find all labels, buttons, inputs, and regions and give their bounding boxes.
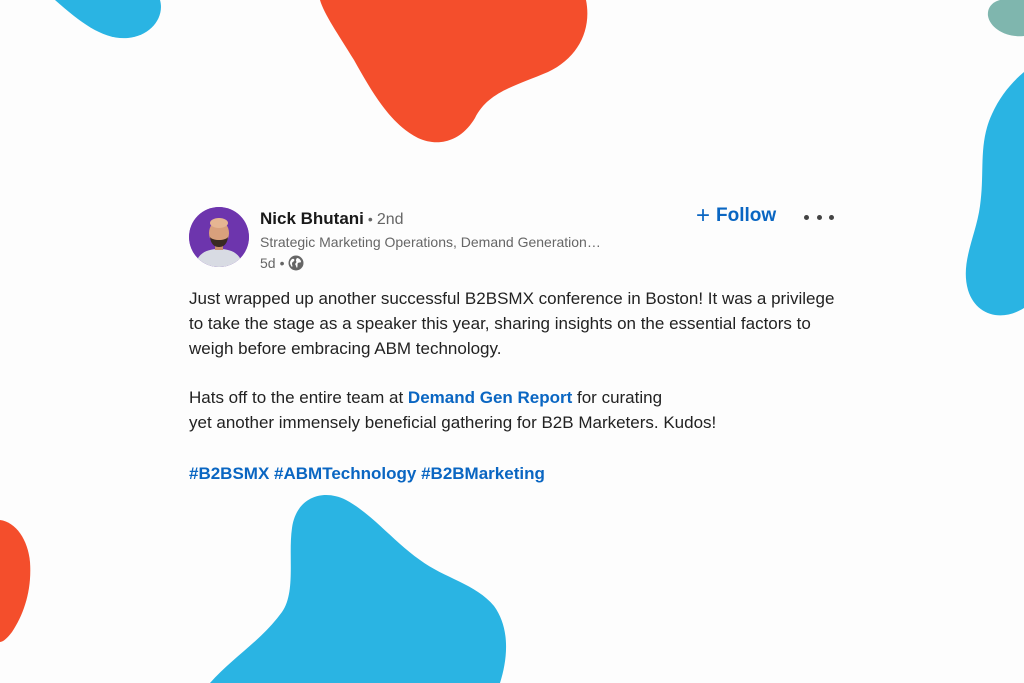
blob-top-center xyxy=(320,0,588,143)
paragraph-2-line-2: yet another immensely beneficial gatheri… xyxy=(189,413,717,432)
author-headline: Strategic Marketing Operations, Demand G… xyxy=(260,234,601,250)
separator-dot: • xyxy=(367,211,373,227)
follow-label: Follow xyxy=(716,205,777,226)
blob-right xyxy=(965,72,1024,316)
hashtag-list: #B2BSMX #ABMTechnology #B2BMarketing xyxy=(189,461,839,486)
hashtag-link[interactable]: #ABMTechnology xyxy=(274,464,416,483)
plus-icon: + xyxy=(696,202,711,229)
post-body: Just wrapped up another successful B2BSM… xyxy=(189,286,839,486)
blob-top-left xyxy=(55,0,161,39)
post-time: 5d xyxy=(260,255,276,271)
blob-bottom-center xyxy=(210,495,507,683)
follow-button[interactable]: + Follow xyxy=(696,202,777,229)
post-paragraph-2: Hats off to the entire team at Demand Ge… xyxy=(189,385,839,435)
post-paragraph-1: Just wrapped up another successful B2BSM… xyxy=(189,289,835,358)
hashtag-link[interactable]: #B2BMarketing xyxy=(421,464,545,483)
paragraph-2-text-end: for curating xyxy=(572,388,663,407)
avatar[interactable] xyxy=(189,207,249,267)
connection-degree: 2nd xyxy=(376,211,404,228)
blob-left-red xyxy=(0,520,31,642)
post-meta: 5d • xyxy=(260,255,304,271)
mention-link[interactable]: Demand Gen Report xyxy=(408,388,572,407)
author-line: Nick Bhutani • 2nd xyxy=(260,209,404,229)
separator-dot: • xyxy=(279,255,285,271)
author-name[interactable]: Nick Bhutani xyxy=(260,209,364,228)
blob-top-right-teal xyxy=(987,0,1024,37)
ellipsis-icon[interactable] xyxy=(804,206,834,228)
hashtag-link[interactable]: #B2BSMX xyxy=(189,464,269,483)
globe-icon xyxy=(288,255,304,271)
paragraph-2-text: Hats off to the entire team at xyxy=(189,388,408,407)
